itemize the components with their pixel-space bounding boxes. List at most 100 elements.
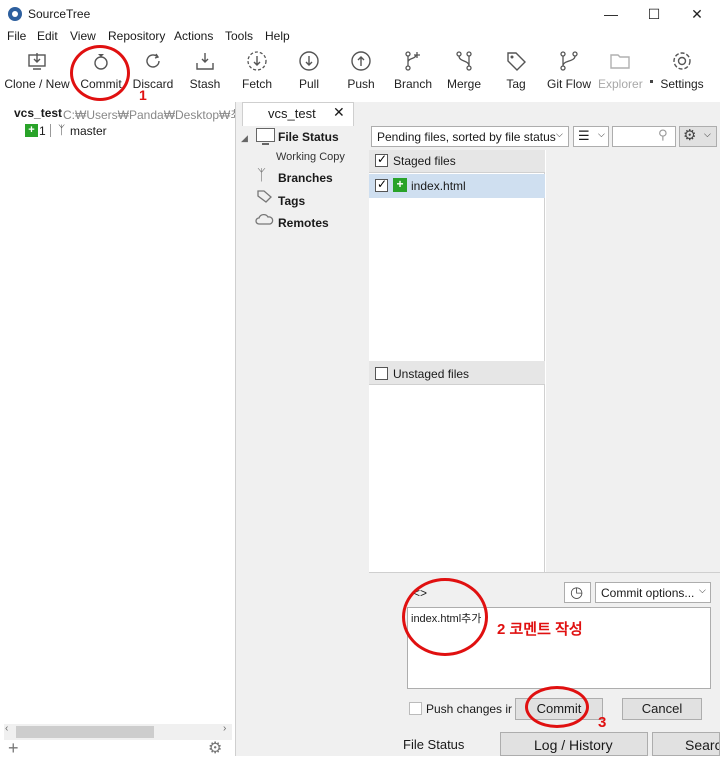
repo-settings-gear-icon[interactable]: ⚙ [208,741,222,757]
tab-search[interactable]: Search [652,732,720,756]
tag-button[interactable]: Tag [497,50,535,96]
tag-label: Tag [506,77,526,91]
explorer-button[interactable]: Explorer [598,50,643,96]
branches-icon: ᛉ [257,167,267,184]
tab-log-history-label: Log / History [534,737,613,753]
clone-new-label: Clone / New [4,77,70,91]
menu-actions[interactable]: Actions [174,29,213,43]
commit-options-label: Commit options... [601,586,695,600]
annotation-step-3: 3 [598,714,607,731]
cancel-button[interactable]: Cancel [622,698,702,720]
branch-label: Branch [393,77,433,91]
cloud-icon [255,213,274,225]
list-icon: ☰ [578,128,590,143]
branch-button[interactable]: Branch [391,50,435,96]
menu-tools[interactable]: Tools [225,29,253,43]
repo-path: C:₩Users₩Panda₩Desktop₩최미 [63,108,235,122]
clone-new-button[interactable]: Clone / New [4,50,70,96]
menu-edit[interactable]: Edit [37,29,58,43]
maximize-icon[interactable]: ☐ [643,4,665,24]
add-count-icon: + [25,124,38,137]
staged-files-title: Staged files [393,154,456,168]
fetch-icon [247,51,267,71]
branch-icon [405,51,420,71]
staged-file-name[interactable]: index.html [411,179,466,193]
menu-help[interactable]: Help [265,29,290,43]
annotation-step-1: 1 [139,87,147,103]
git-flow-button[interactable]: Git Flow [545,50,593,96]
unstaged-files-title: Unstaged files [393,367,470,381]
sidebar-file-status[interactable]: File Status [278,130,339,144]
scroll-left-arrow-icon[interactable]: ‹ [5,723,8,734]
tags-icon [257,190,272,203]
push-icon [351,51,371,71]
menu-view[interactable]: View [70,29,96,43]
unstaged-select-all-checkbox[interactable] [375,367,388,380]
close-icon[interactable]: ✕ [686,4,708,24]
pull-button[interactable]: Pull [288,50,330,96]
merge-label: Merge [446,77,481,91]
stash-icon [196,53,214,70]
diff-panel [546,150,720,572]
commit-options-chevron-icon: ⌵ [699,585,706,595]
repo-badge-count: 1 [39,124,46,138]
merge-icon [456,51,472,71]
monitor-icon [256,128,275,142]
expand-arrow-icon[interactable]: ◢ [241,133,248,144]
repo-name[interactable]: vcs_test [14,106,62,120]
unstaged-files-panel [369,360,545,572]
git-flow-icon [560,51,578,71]
view-chevron-down-icon: ⌵ [598,129,605,139]
monitor-stand-icon [262,143,269,145]
minimize-icon[interactable]: — [600,4,622,24]
add-repo-icon[interactable]: + [8,739,19,757]
scrollbar-thumb[interactable] [16,726,154,738]
file-checkbox[interactable] [375,177,388,192]
discard-button[interactable]: Discard [131,50,175,96]
tab-label: vcs_test [268,106,316,121]
annotation-step-2: 2 코멘트 작성 [497,621,583,638]
sidebar-working-copy[interactable]: Working Copy [276,151,345,163]
sidebar-tags[interactable]: Tags [278,194,305,208]
sort-dropdown-label: Pending files, sorted by file status [377,130,556,144]
folder-icon [610,54,630,69]
sidebar-branches[interactable]: Branches [278,171,333,185]
pull-label: Pull [298,77,319,91]
options-gear-icon: ⚙ [683,127,697,144]
settings-button[interactable]: Settings [658,50,706,96]
push-changes-checkbox[interactable] [409,702,422,715]
sort-chevron-down-icon: ⌵ [556,129,563,139]
push-label: Push [347,77,375,91]
fetch-label: Fetch [241,77,272,91]
git-flow-label: Git Flow [546,77,591,91]
stash-label: Stash [189,77,221,91]
annotation-circle-commit [70,45,130,101]
tab-close-icon[interactable]: ✕ [333,104,345,121]
push-changes-label: Push changes ir [426,702,513,716]
settings-label: Settings [660,77,704,91]
clock-icon: ◷ [570,584,584,601]
sidebar-remotes[interactable]: Remotes [278,216,329,230]
discard-label: Discard [132,77,174,91]
tab-file-status[interactable]: File Status [403,737,464,752]
discard-icon [146,53,160,68]
stash-button[interactable]: Stash [183,50,227,96]
current-branch[interactable]: master [70,124,107,138]
merge-button[interactable]: Merge [443,50,485,96]
explorer-label: Explorer [598,77,643,91]
search-icon: ⚲ [658,127,668,142]
branch-small-icon: ᛉ [58,123,66,137]
scroll-right-arrow-icon[interactable]: › [223,723,226,734]
gear-icon [673,52,691,70]
tab-search-label: Search [685,737,719,753]
fetch-button[interactable]: Fetch [236,50,278,96]
staged-select-all-checkbox[interactable] [375,152,388,167]
menu-file[interactable]: File [7,29,26,43]
badge-divider [50,124,51,137]
menu-repository[interactable]: Repository [108,29,165,43]
window-title: SourceTree [28,7,91,21]
annotation-circle-message [402,578,488,656]
push-button[interactable]: Push [340,50,382,96]
pull-icon [299,51,319,71]
annotation-circle-commit-button [525,686,589,728]
